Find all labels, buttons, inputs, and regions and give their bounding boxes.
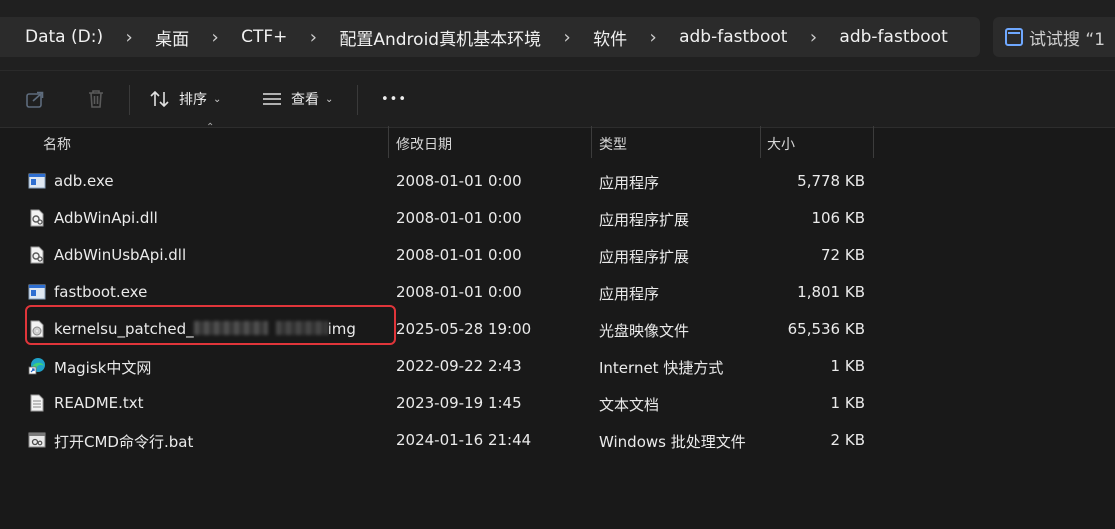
file-row[interactable]: fastboot.exe 2008-01-01 0:00 应用程序 1,801 …	[20, 275, 875, 309]
file-type: 应用程序扩展	[599, 248, 690, 266]
view-list-icon	[263, 93, 281, 105]
file-size: 1 KB	[830, 357, 865, 375]
breadcrumb-separator-icon[interactable]: ›	[791, 27, 835, 48]
breadcrumb-separator-icon[interactable]: ›	[107, 27, 151, 48]
file-size: 106 KB	[811, 209, 865, 227]
column-header-row: ⌃ 名称 修改日期 类型 大小	[0, 122, 1115, 158]
file-size: 5,778 KB	[797, 172, 865, 190]
chevron-down-icon: ⌄	[213, 93, 222, 105]
search-box[interactable]: 试试搜 “1	[993, 17, 1115, 57]
more-options-button[interactable]: •••	[381, 83, 407, 115]
column-divider[interactable]	[873, 126, 874, 158]
breadcrumb-android-env[interactable]: 配置Android真机基本环境	[335, 25, 545, 50]
column-divider[interactable]	[760, 126, 761, 158]
sort-button[interactable]: 排序 ⌄	[149, 83, 221, 115]
file-name: Magisk中文网	[54, 359, 152, 377]
file-name: adb.exe	[54, 172, 114, 190]
file-name: AdbWinApi.dll	[54, 209, 158, 227]
column-divider[interactable]	[591, 126, 592, 158]
file-type: 光盘映像文件	[599, 322, 690, 340]
dll-icon	[30, 246, 44, 264]
file-date: 2022-09-22 2:43	[396, 357, 522, 375]
toolbar-divider	[129, 85, 130, 115]
file-date: 2023-09-19 1:45	[396, 394, 522, 412]
file-type: Windows 批处理文件	[599, 433, 746, 451]
calendar-icon	[1005, 28, 1023, 46]
column-header-name[interactable]: 名称	[43, 134, 71, 154]
file-size: 2 KB	[830, 431, 865, 449]
file-date: 2008-01-01 0:00	[396, 283, 522, 301]
file-date: 2025-05-28 19:00	[396, 320, 532, 338]
file-row[interactable]: AdbWinApi.dll 2008-01-01 0:00 应用程序扩展 106…	[20, 201, 875, 235]
file-date: 2008-01-01 0:00	[396, 172, 522, 190]
view-label: 查看	[291, 92, 319, 108]
file-size: 65,536 KB	[787, 320, 865, 338]
file-type: 应用程序	[599, 285, 660, 303]
exe-icon	[28, 284, 46, 300]
file-size: 1,801 KB	[797, 283, 865, 301]
file-date: 2008-01-01 0:00	[396, 246, 522, 264]
file-type: 应用程序扩展	[599, 211, 690, 229]
search-placeholder: 试试搜 “1	[1029, 29, 1106, 50]
address-bar[interactable]: Data (D:) › 桌面 › CTF+ › 配置Android真机基本环境 …	[0, 17, 980, 57]
share-icon	[26, 91, 44, 108]
file-name: fastboot.exe	[54, 283, 148, 301]
file-size: 72 KB	[821, 246, 865, 264]
file-row[interactable]: adb.exe 2008-01-01 0:00 应用程序 5,778 KB	[20, 164, 875, 198]
toolbar-divider	[357, 85, 358, 115]
file-date: 2008-01-01 0:00	[396, 209, 522, 227]
file-row[interactable]: AdbWinUsbApi.dll 2008-01-01 0:00 应用程序扩展 …	[20, 238, 875, 272]
breadcrumb-separator-icon[interactable]: ›	[631, 27, 675, 48]
exe-icon	[28, 173, 46, 189]
column-header-size[interactable]: 大小	[767, 134, 795, 154]
file-name: README.txt	[54, 394, 144, 412]
file-row[interactable]: Magisk中文网 2022-09-22 2:43 Internet 快捷方式 …	[20, 349, 875, 383]
file-row[interactable]: README.txt 2023-09-19 1:45 文本文档 1 KB	[20, 386, 875, 420]
breadcrumb-desktop[interactable]: 桌面	[151, 25, 193, 50]
breadcrumb-ctf[interactable]: CTF+	[237, 27, 291, 47]
edge-shortcut-icon	[28, 358, 45, 375]
file-date: 2024-01-16 21:44	[396, 431, 532, 449]
sort-label: 排序	[179, 92, 207, 108]
file-type: 文本文档	[599, 396, 660, 414]
breadcrumb-drive[interactable]: Data (D:)	[21, 27, 107, 47]
highlight-annotation	[25, 305, 396, 345]
sort-icon	[150, 90, 169, 108]
breadcrumb-separator-icon[interactable]: ›	[291, 27, 335, 48]
file-type: 应用程序	[599, 174, 660, 192]
column-header-date[interactable]: 修改日期	[396, 134, 452, 154]
trash-icon	[89, 90, 103, 108]
breadcrumb-adb-fastboot-current[interactable]: adb-fastboot	[835, 27, 951, 47]
breadcrumb-adb-fastboot-parent[interactable]: adb-fastboot	[675, 27, 791, 47]
breadcrumb-software[interactable]: 软件	[589, 25, 631, 50]
dll-icon	[30, 209, 44, 227]
delete-button[interactable]	[85, 83, 107, 115]
column-header-type[interactable]: 类型	[599, 134, 627, 154]
share-button[interactable]	[24, 83, 48, 115]
file-type: Internet 快捷方式	[599, 359, 724, 377]
file-size: 1 KB	[830, 394, 865, 412]
file-name: AdbWinUsbApi.dll	[54, 246, 187, 264]
chevron-down-icon: ⌄	[325, 93, 334, 105]
breadcrumb-separator-icon[interactable]: ›	[193, 27, 237, 48]
file-name: 打开CMD命令行.bat	[54, 433, 194, 451]
bat-icon	[28, 432, 46, 448]
text-file-icon	[30, 394, 44, 412]
file-row[interactable]: 打开CMD命令行.bat 2024-01-16 21:44 Windows 批处…	[20, 423, 875, 457]
column-divider[interactable]	[388, 126, 389, 158]
breadcrumb-separator-icon[interactable]: ›	[545, 27, 589, 48]
view-button[interactable]: 查看 ⌄	[261, 83, 333, 115]
sort-ascending-icon: ⌃	[206, 122, 215, 133]
command-bar: 排序 ⌄ 查看 ⌄ •••	[0, 70, 1115, 128]
